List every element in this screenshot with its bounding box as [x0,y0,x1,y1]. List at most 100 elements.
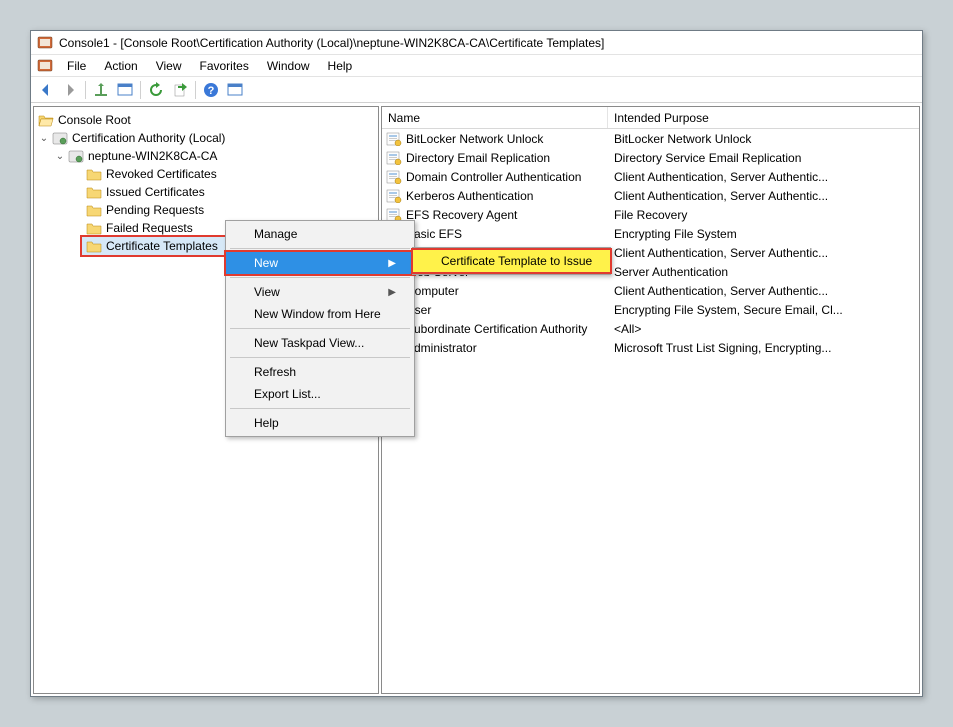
folder-icon [86,185,102,199]
cell-name: Kerberos Authentication [382,189,608,203]
ctx-separator [230,328,410,329]
list-row[interactable]: Kerberos Authentication Client Authentica… [382,186,919,205]
tree-node-ca-local[interactable]: ⌄ Certification Authority (Local) [36,129,376,147]
cell-name: Subordinate Certification Authority [382,322,608,336]
template-icon [386,189,402,203]
new-submenu: Certificate Template to Issue [412,247,611,275]
template-name-label: Kerberos Authentication [406,189,533,203]
cell-purpose: Server Authentication [608,265,919,279]
folder-icon [86,203,102,217]
ctx-help[interactable]: Help [226,412,414,434]
cell-purpose: Client Authentication, Server Authentic.… [608,170,919,184]
tree-node-revoked[interactable]: Revoked Certificates [36,165,376,183]
nav-back-button[interactable] [35,79,57,101]
toolbar-separator [195,81,196,99]
menu-window[interactable]: Window [259,57,318,75]
ctx-view[interactable]: View ▶ [226,281,414,303]
cell-name: EFS Recovery Agent [382,208,608,222]
export-list-button[interactable] [169,79,191,101]
toolbar-separator [140,81,141,99]
ctx-new-taskpad[interactable]: New Taskpad View... [226,332,414,354]
tree-node-certificate-templates[interactable]: Certificate Templates [82,237,230,255]
folder-open-icon [38,113,54,127]
menu-bar: File Action View Favorites Window Help [31,55,922,77]
cell-name: Computer [382,284,608,298]
column-header-purpose[interactable]: Intended Purpose [608,107,919,128]
folder-icon [86,221,102,235]
template-icon [386,151,402,165]
mmc-window: Console1 - [Console Root\Certification A… [30,30,923,697]
tree-node-issued[interactable]: Issued Certificates [36,183,376,201]
list-row[interactable]: BitLocker Network Unlock BitLocker Networ… [382,129,919,148]
column-header-name[interactable]: Name [382,107,608,128]
title-bar: Console1 - [Console Root\Certification A… [31,31,922,55]
cell-purpose: Encrypting File System, Secure Email, Cl… [608,303,919,317]
ctx-separator [230,248,410,249]
cell-name: Directory Email Replication [382,151,608,165]
menu-view[interactable]: View [148,57,190,75]
cell-purpose: <All> [608,322,919,336]
cell-purpose: Directory Service Email Replication [608,151,919,165]
submenu-arrow-icon: ▶ [388,258,396,269]
cell-name: Domain Controller Authentication [382,170,608,184]
list-row[interactable]: Directory Email Replication Directory Ser… [382,148,919,167]
ca-icon [52,131,68,145]
show-hide-tree-button[interactable] [114,79,136,101]
mmc-icon [37,35,53,51]
collapse-icon[interactable]: ⌄ [52,151,68,162]
nav-forward-button[interactable] [59,79,81,101]
template-name-label: Domain Controller Authentication [406,170,581,184]
template-name-label: BitLocker Network Unlock [406,132,543,146]
list-row[interactable]: Domain Controller Authentication Client A… [382,167,919,186]
ctx-refresh[interactable]: Refresh [226,361,414,383]
cell-purpose: Client Authentication, Server Authentic.… [608,246,919,260]
tree-node-ca-server[interactable]: ⌄ neptune-WIN2K8CA-CA [36,147,376,165]
list-row[interactable]: UserEncrypting File System, Secure Email… [382,300,919,319]
ctx-certificate-template-to-issue[interactable]: Certificate Template to Issue [413,250,610,272]
template-name-label: Directory Email Replication [406,151,550,165]
cell-name: Administrator [382,341,608,355]
menu-action[interactable]: Action [96,57,145,75]
list-row[interactable]: Basic EFSEncrypting File System [382,224,919,243]
folder-icon [86,167,102,181]
ctx-separator [230,357,410,358]
ctx-new[interactable]: New ▶ [226,252,414,274]
help-button[interactable] [200,79,222,101]
ctx-manage[interactable]: Manage [226,223,414,245]
list-pane[interactable]: Name Intended Purpose BitLocker Network … [381,106,920,694]
window-title: Console1 - [Console Root\Certification A… [59,36,604,50]
template-icon [386,170,402,184]
cell-purpose: Client Authentication, Server Authentic.… [608,284,919,298]
show-hide-action-pane-button[interactable] [224,79,246,101]
tree-node-pending[interactable]: Pending Requests [36,201,376,219]
list-row[interactable]: ComputerClient Authentication, Server Au… [382,281,919,300]
cell-purpose: Microsoft Trust List Signing, Encrypting… [608,341,919,355]
list-row[interactable]: EFS Recovery AgentFile Recovery [382,205,919,224]
menu-favorites[interactable]: Favorites [192,57,257,75]
toolbar-separator [85,81,86,99]
list-row[interactable]: Subordinate Certification Authority <All> [382,319,919,338]
cell-purpose: BitLocker Network Unlock [608,132,919,146]
template-icon [386,132,402,146]
ctx-new-window[interactable]: New Window from Here [226,303,414,325]
template-name-label: Subordinate Certification Authority [406,322,587,336]
menu-help[interactable]: Help [320,57,361,75]
content-area: Console Root ⌄ Certification Authority (… [31,103,922,696]
list-body: BitLocker Network Unlock BitLocker Networ… [382,129,919,693]
collapse-icon[interactable]: ⌄ [36,133,52,144]
up-button[interactable] [90,79,112,101]
cell-purpose: Client Authentication, Server Authentic.… [608,189,919,203]
cell-purpose: Encrypting File System [608,227,919,241]
server-icon [68,149,84,163]
template-name-label: Administrator [406,341,477,355]
refresh-button[interactable] [145,79,167,101]
mmc-app-icon [37,58,53,74]
submenu-arrow-icon: ▶ [388,287,396,298]
menu-file[interactable]: File [59,57,94,75]
tree-node-console-root[interactable]: Console Root [36,111,376,129]
ctx-separator [230,408,410,409]
context-menu: Manage New ▶ View ▶ New Window from Here… [225,220,415,437]
list-row[interactable]: Administrator Microsoft Trust List Signin… [382,338,919,357]
ctx-export[interactable]: Export List... [226,383,414,405]
toolbar [31,77,922,103]
